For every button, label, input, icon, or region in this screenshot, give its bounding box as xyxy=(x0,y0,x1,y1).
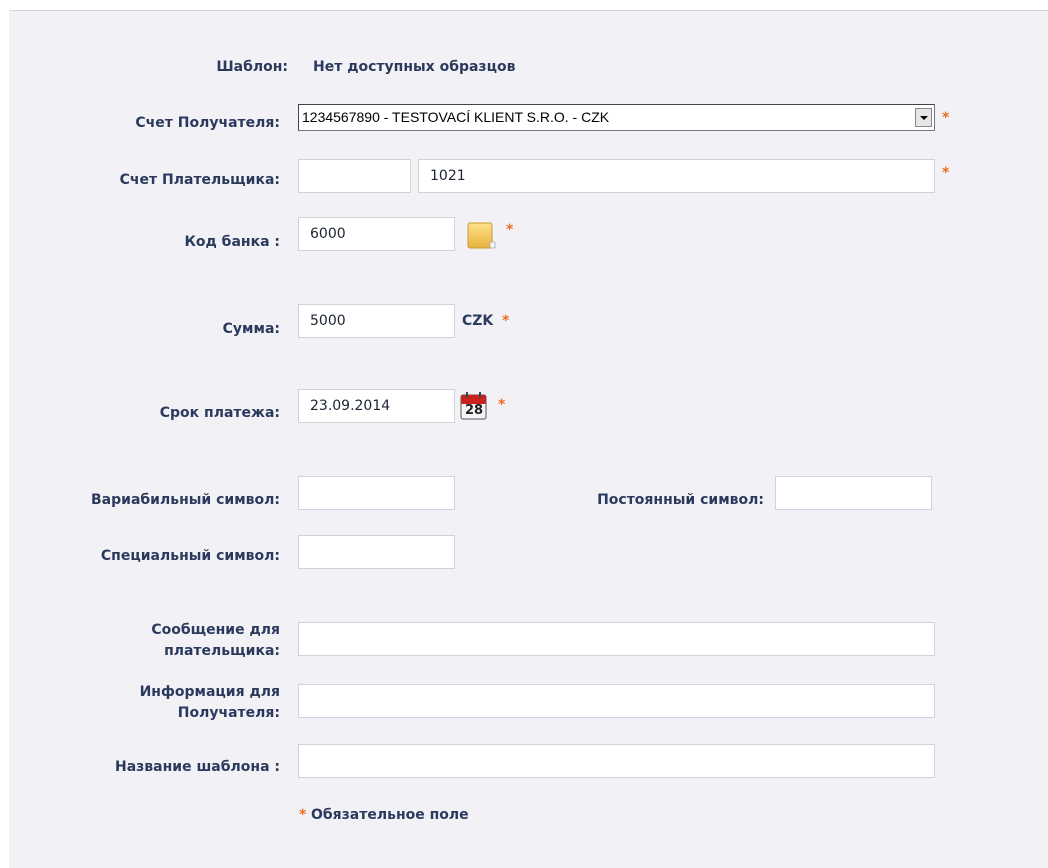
template-name-label: Название шаблона : xyxy=(114,759,280,775)
variable-symbol-label: Вариабильный символ: xyxy=(91,492,280,508)
required-marker: * xyxy=(502,313,510,329)
bank-code-input[interactable]: 6000 xyxy=(298,217,455,251)
specific-symbol-label: Специальный символ: xyxy=(100,548,280,564)
payer-message-input[interactable] xyxy=(298,622,935,656)
template-value: Нет доступных образцов xyxy=(313,59,516,75)
required-marker: * xyxy=(942,165,950,181)
recipient-account-label: Счет Получателя: xyxy=(135,115,280,131)
currency-label: CZK xyxy=(462,313,494,329)
recipient-account-selected-value: 1234567890 - TESTOVACÍ KLIENT S.R.O. - C… xyxy=(302,109,610,125)
required-marker: * xyxy=(506,222,514,238)
variable-symbol-input[interactable] xyxy=(298,476,455,510)
due-date-input[interactable]: 23.09.2014 xyxy=(298,389,455,423)
amount-input[interactable]: 5000 xyxy=(298,304,455,338)
calendar-icon[interactable]: 28 xyxy=(458,391,492,421)
payer-account-label: Счет Плательщика: xyxy=(119,172,280,188)
folder-icon[interactable] xyxy=(466,220,496,250)
required-marker: * xyxy=(498,397,506,413)
recipient-account-select[interactable]: 1234567890 - TESTOVACÍ KLIENT S.R.O. - C… xyxy=(298,104,935,131)
payer-account-number-input[interactable]: 1021 xyxy=(418,159,935,193)
calendar-day: 28 xyxy=(464,403,484,418)
recipient-info-input[interactable] xyxy=(298,684,935,718)
required-marker: * xyxy=(942,110,950,126)
required-note-marker: * xyxy=(299,807,307,823)
chevron-down-icon[interactable] xyxy=(915,108,932,127)
specific-symbol-input[interactable] xyxy=(298,535,455,569)
constant-symbol-input[interactable] xyxy=(775,476,932,510)
payer-account-prefix-input[interactable] xyxy=(298,159,411,193)
template-label: Шаблон: xyxy=(216,59,288,75)
payer-message-label: Сообщение для плательщика: xyxy=(151,622,280,659)
payment-form-panel xyxy=(9,10,1048,868)
bank-code-label: Код банка : xyxy=(184,234,280,250)
amount-label: Сумма: xyxy=(222,321,280,337)
due-date-label: Срок платежа: xyxy=(159,405,280,421)
recipient-info-label: Информация для Получателя: xyxy=(139,684,280,721)
required-note: Обязательное поле xyxy=(311,807,469,823)
template-name-input[interactable] xyxy=(298,744,935,778)
constant-symbol-label: Постоянный символ: xyxy=(597,492,764,508)
